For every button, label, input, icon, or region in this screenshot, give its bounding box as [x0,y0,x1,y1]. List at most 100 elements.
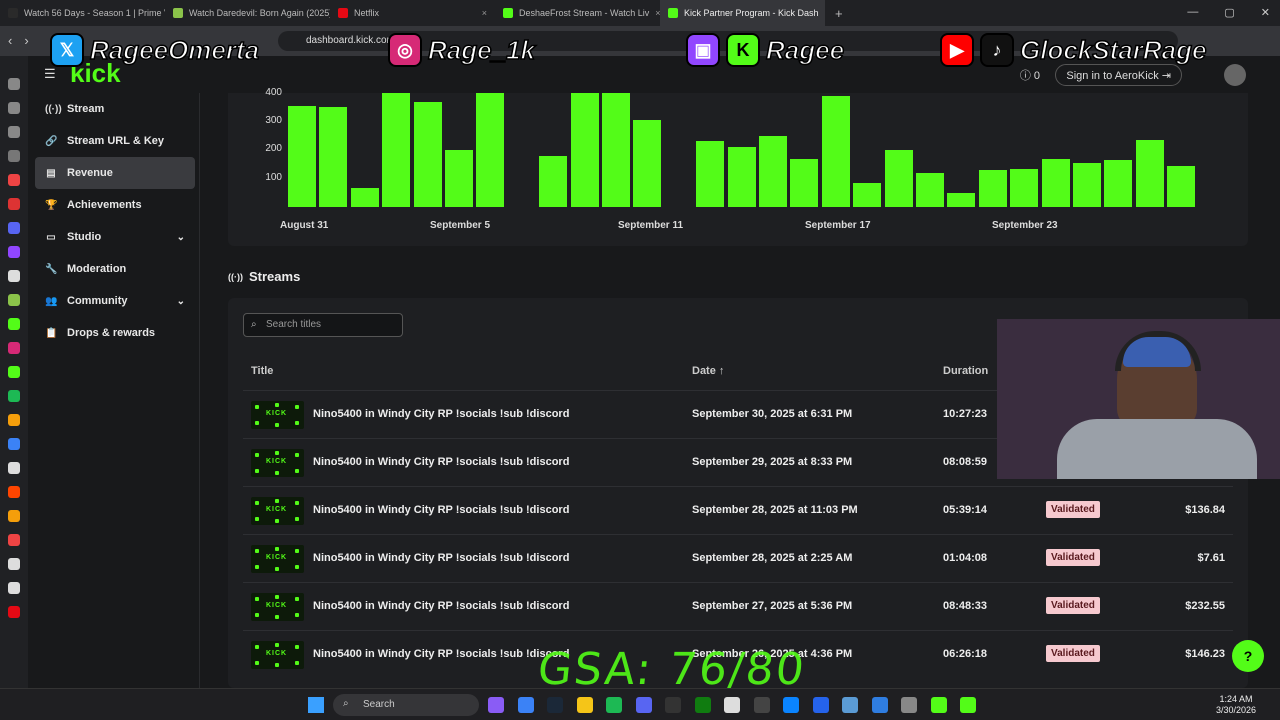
avatar[interactable] [1224,64,1246,86]
rail-app-icon[interactable] [8,294,20,306]
rail-app-icon[interactable] [8,102,20,114]
taskbar-app-icon[interactable] [576,697,593,713]
taskbar-app-icon[interactable] [665,697,681,713]
search-input[interactable]: ⌕ Search titles [243,313,403,337]
rail-app-icon[interactable] [8,342,20,354]
table-row[interactable]: KICK Nino5400 in Windy City RP !socials !… [243,486,1233,534]
taskbar-app-icon[interactable] [694,697,711,713]
thumbnail-dot [295,613,299,617]
stream-title[interactable]: Nino5400 in Windy City RP !socials !sub … [313,648,569,660]
taskbar-app-icon[interactable] [930,697,947,713]
support-chat-button[interactable]: ? [1232,640,1264,672]
sidebar-item-community[interactable]: 👥 Community ⌄ [35,285,195,317]
browser-tab[interactable]: Netflix × [330,0,495,26]
rail-app-icon[interactable] [8,318,20,330]
browser-tab[interactable]: Watch Daredevil: Born Again (2025) |× [165,0,330,26]
table-row[interactable]: KICK Nino5400 in Windy City RP !socials !… [243,534,1233,582]
rail-app-icon[interactable] [8,126,20,138]
taskbar-app-icon[interactable] [517,697,534,713]
column-header-duration[interactable]: Duration [943,365,988,377]
stream-date: September 28, 2025 at 11:03 PM [692,504,858,516]
rail-app-icon[interactable] [8,78,20,90]
thumbnail-dot [255,469,259,473]
taskbar-app-icon[interactable] [488,697,504,713]
instagram-handle-tag: ◎ Rage_1k [388,28,536,72]
stream-title[interactable]: Nino5400 in Windy City RP !socials !sub … [313,408,569,420]
stream-thumbnail[interactable]: KICK [251,545,304,573]
browser-tab[interactable]: Watch 56 Days - Season 1 | Prime Vi× [0,0,165,26]
maximize-icon[interactable]: ▢ [1224,6,1234,19]
rail-app-icon[interactable] [8,246,20,258]
sidebar-item-stream-url-key[interactable]: 🔗 Stream URL & Key [35,125,195,157]
column-header-date[interactable]: Date ↑ [692,365,724,377]
stream-title[interactable]: Nino5400 in Windy City RP !socials !sub … [313,552,569,564]
thumbnail-dot [255,421,259,425]
rail-app-icon[interactable] [8,534,20,546]
y-tick-label: 200 [265,143,282,154]
rail-app-icon[interactable] [8,582,20,594]
stream-thumbnail[interactable]: KICK [251,593,304,621]
rail-app-icon[interactable] [8,510,20,522]
stream-title[interactable]: Nino5400 in Windy City RP !socials !sub … [313,600,569,612]
new-tab-icon[interactable]: + [835,6,843,21]
rail-app-icon[interactable] [8,270,20,282]
stream-thumbnail[interactable]: KICK [251,401,304,429]
chevron-down-icon[interactable]: ⌄ [177,296,185,307]
browser-tab[interactable]: DeshaeFrost Stream - Watch Liv × [495,0,660,26]
taskbar-app-icon[interactable] [606,697,622,713]
sidebar-item-achievements[interactable]: 🏆 Achievements [35,189,195,221]
rail-app-icon[interactable] [8,150,20,162]
rail-app-icon[interactable] [8,462,20,474]
sidebar-item-moderation[interactable]: 🔧 Moderation [35,253,195,285]
rail-app-icon[interactable] [8,198,20,210]
stream-thumbnail[interactable]: KICK [251,641,304,669]
thumbnail-dot [255,517,259,521]
rail-app-icon[interactable] [8,366,20,378]
taskbar-app-icon[interactable] [783,697,799,713]
sidebar-item-revenue[interactable]: ▤ Revenue [35,157,195,189]
browser-tab[interactable]: Kick Partner Program - Kick Dash× [660,0,825,26]
stream-url-key-icon: 🔗 [45,135,58,147]
y-tick-label: 400 [265,87,282,98]
tab-close-icon[interactable]: × [482,8,487,18]
chevron-down-icon[interactable]: ⌄ [177,232,185,243]
rail-app-icon[interactable] [8,222,20,234]
rail-app-icon[interactable] [8,438,20,450]
taskbar-app-icon[interactable] [753,697,770,713]
rail-app-icon[interactable] [8,174,20,186]
taskbar-app-icon[interactable] [842,697,858,713]
rail-app-icon[interactable] [8,558,20,570]
sidebar-item-drops-rewards[interactable]: 📋 Drops & rewards [35,317,195,349]
stream-revenue: $136.84 [1185,504,1225,516]
stream-thumbnail[interactable]: KICK [251,497,304,525]
thumbnail-dot [295,469,299,473]
table-row[interactable]: KICK Nino5400 in Windy City RP !socials !… [243,582,1233,630]
rail-app-icon[interactable] [8,486,20,498]
chart-bar [727,147,756,207]
taskbar-clock[interactable]: 1:24 AM 3/30/2026 [1216,694,1256,716]
drops-rewards-icon: 📋 [45,327,58,339]
stream-title[interactable]: Nino5400 in Windy City RP !socials !sub … [313,456,569,468]
sidebar-item-stream[interactable]: ((·)) Stream [35,93,195,125]
taskbar-app-icon[interactable] [635,697,652,713]
forward-icon[interactable]: › [24,33,28,48]
taskbar-app-icon[interactable] [724,697,740,713]
taskbar-app-icon[interactable] [960,697,976,713]
thumbnail-dot [275,595,279,599]
column-header-title[interactable]: Title [251,365,273,377]
start-button[interactable] [308,697,324,713]
sidebar-item-studio[interactable]: ▭ Studio ⌄ [35,221,195,253]
taskbar-app-icon[interactable] [812,697,829,713]
stream-thumbnail[interactable]: KICK [251,449,304,477]
rail-app-icon[interactable] [8,390,20,402]
close-icon[interactable]: ✕ [1261,6,1270,19]
taskbar-search[interactable]: ⌕ Search [333,694,479,716]
taskbar-app-icon[interactable] [871,697,888,713]
minimize-icon[interactable]: — [1187,6,1198,19]
taskbar-app-icon[interactable] [547,697,563,713]
back-icon[interactable]: ‹ [8,33,12,48]
rail-app-icon[interactable] [8,606,20,618]
rail-app-icon[interactable] [8,414,20,426]
stream-title[interactable]: Nino5400 in Windy City RP !socials !sub … [313,504,569,516]
taskbar-app-icon[interactable] [901,697,917,713]
